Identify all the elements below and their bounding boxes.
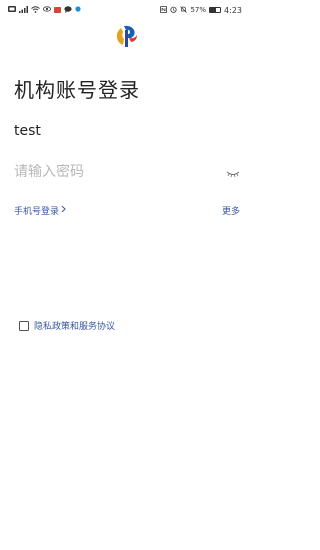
mute-icon	[180, 5, 188, 15]
phone-login-link[interactable]: 手机号登录	[14, 204, 66, 217]
agreement-checkbox[interactable]	[19, 320, 29, 331]
password-row	[14, 158, 240, 186]
password-visibility-icon[interactable]	[226, 163, 240, 182]
hd-icon	[8, 6, 16, 14]
login-options-row: 手机号登录 更多	[14, 201, 240, 219]
account-field[interactable]: test	[14, 117, 240, 145]
battery-percent-text: 57%	[190, 5, 207, 14]
phone-login-label: 手机号登录	[14, 206, 60, 217]
dot-notification-icon	[75, 6, 81, 14]
status-bar: 57% 4:23	[0, 0, 254, 20]
app-notification-icon	[54, 7, 61, 13]
message-icon	[64, 5, 72, 15]
password-input[interactable]	[14, 164, 204, 180]
chevron-right-icon	[61, 205, 66, 216]
app-logo	[114, 24, 140, 48]
wifi-icon	[31, 5, 40, 15]
eye-status-icon	[43, 6, 51, 14]
agreement-row: 隐私政策和服务协议	[19, 319, 115, 332]
more-link[interactable]: 更多	[222, 204, 240, 217]
nfc-icon	[160, 5, 168, 15]
battery-fill	[210, 8, 216, 12]
status-right-icons: 57% 4:23	[160, 5, 242, 15]
alarm-icon	[170, 6, 178, 15]
status-left-icons	[8, 5, 81, 15]
page-title: 机构账号登录	[14, 78, 140, 102]
signal-icon	[19, 5, 28, 15]
clock-text: 4:23	[224, 5, 242, 15]
login-screen: 57% 4:23 机构账号登录 test 手机号登录 更多 隐私政策和服务协议	[0, 0, 254, 550]
agreement-link[interactable]: 隐私政策和服务协议	[34, 319, 115, 332]
battery-icon	[209, 7, 222, 13]
